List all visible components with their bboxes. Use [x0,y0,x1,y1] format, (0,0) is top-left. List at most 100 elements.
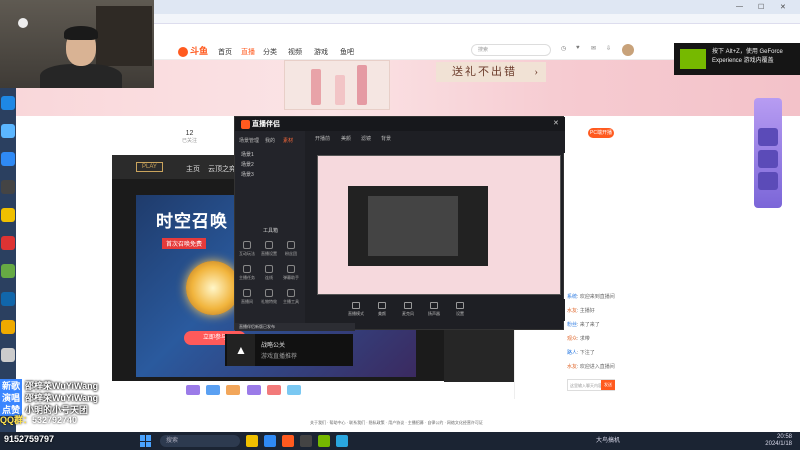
toolbar-item[interactable]: 美颜 [341,135,351,142]
app-icon[interactable] [300,435,312,447]
activity-rail [754,98,782,208]
tool-label: 礼物特效 [261,299,277,304]
app-notice[interactable]: 直播伴侣新版已发布 [235,323,355,331]
tool-item[interactable]: 互动玩法 [237,241,257,257]
gift-icon[interactable] [287,385,302,395]
control-beauty[interactable]: 美颜 [371,302,393,317]
nav-item-game[interactable]: 游戏 [314,47,328,57]
scene-item[interactable]: 场景1 [241,151,254,158]
app-icon[interactable] [1,292,15,306]
control-label: 美颜 [378,311,386,316]
nav-item-home[interactable]: 首页 [218,47,232,57]
app-icon[interactable] [1,96,15,110]
taskbar-user[interactable]: 大鸟搞机 [596,435,620,444]
taskbar-search[interactable]: 搜索 [160,435,240,447]
tool-icon [287,289,295,297]
player-tab-home[interactable]: 主页 [186,164,200,174]
minimize-icon[interactable]: — [736,3,743,10]
app-icon[interactable] [1,152,15,166]
clock[interactable]: 20:58 2024/1/18 [765,434,792,448]
player-tab-tft[interactable]: 云顶之弈 [208,164,236,174]
streamer-hair [64,26,98,40]
activity-item[interactable] [758,150,778,168]
pc-broadcast-button[interactable]: PC端开播 [588,128,614,138]
search-input[interactable]: 搜索 [471,44,551,56]
app-titlebar[interactable]: 直播伴侣 ✕ [235,117,565,131]
scene-item[interactable]: 场景2 [241,161,254,168]
history-icon[interactable]: ◷ [561,45,566,52]
follow-icon[interactable]: ♥ [576,45,580,51]
gift-icon[interactable] [186,385,200,395]
start-icon[interactable] [140,435,152,447]
recommend-tile[interactable]: ▲ 战略公关 游戏直播推荐 [225,334,353,366]
side-tab-assets[interactable]: 素材 [283,137,293,144]
app-icon[interactable] [336,435,348,447]
control-settings[interactable]: 设置 [449,302,471,317]
tool-item[interactable]: 粉丝团 [281,241,301,257]
tool-icon [265,289,273,297]
activity-item[interactable] [758,172,778,190]
tool-item[interactable]: 弹幕助手 [281,265,301,281]
close-icon[interactable]: ✕ [553,119,559,127]
tool-item[interactable]: 礼物特效 [259,289,279,305]
control-speaker[interactable]: 扬声器 [423,302,445,317]
app-icon[interactable] [282,435,294,447]
browser-icon[interactable] [264,435,276,447]
app-icon[interactable] [1,320,15,334]
product-bottle [311,69,321,105]
follow-counter[interactable]: 12 已关注 [182,130,197,144]
promo-button[interactable]: 送礼不出错 › [436,62,546,82]
tile-subtitle: 游戏直播推荐 [261,354,298,360]
app-icon[interactable] [318,435,330,447]
tool-icon [243,241,251,249]
side-tab-mine[interactable]: 我的 [265,137,275,144]
avatar[interactable] [622,44,634,56]
tool-item[interactable]: 主播工具 [281,289,301,305]
app-icon[interactable] [1,264,15,278]
nav-item-category[interactable]: 分类 [263,47,277,57]
speaker-icon [430,302,438,309]
control-mode[interactable]: 直播模式 [345,302,367,317]
app-icon[interactable] [1,236,15,250]
scene-item[interactable]: 场景3 [241,171,254,178]
tool-item[interactable]: 连线 [259,265,279,281]
app-icon[interactable] [1,208,15,222]
microphone-icon [404,302,412,309]
gift-icon[interactable] [206,385,221,395]
activity-item[interactable] [758,128,778,146]
preview-nested-window [368,196,458,256]
app-icon[interactable] [1,348,15,362]
tool-item[interactable]: 直播间 [237,289,257,305]
chat-message: 系统: 欢迎来到直播间 [567,294,615,300]
gift-icon[interactable] [246,385,261,395]
clock-date: 2024/1/18 [765,441,792,447]
maximize-icon[interactable]: ☐ [758,3,764,11]
gift-icon[interactable] [266,385,281,395]
control-mic[interactable]: 麦克风 [397,302,419,317]
side-tab-scenes[interactable]: 场景管理 [239,137,259,144]
toolbar-item[interactable]: 背景 [381,135,391,142]
monitor-icon [352,302,360,309]
download-icon[interactable]: ⇩ [606,45,611,52]
toolbar-item[interactable]: 滤镜 [361,135,371,142]
app-icon[interactable] [1,124,15,138]
app-icon[interactable] [1,180,15,194]
tool-item[interactable]: 主播任务 [237,265,257,281]
nav-item-video[interactable]: 视频 [288,47,302,57]
gift-icon[interactable] [226,385,241,395]
file-explorer-icon[interactable] [246,435,258,447]
send-button[interactable]: 发送 [601,380,615,390]
message-icon[interactable]: ✉ [591,45,596,52]
nav-item-live[interactable]: 直播 [241,47,255,57]
nvidia-overlay-toast[interactable]: 按下 Alt+Z，使用 GeForce Experience 游戏内覆盖 [674,43,800,75]
site-logo[interactable]: 斗鱼 [178,44,208,57]
product-bottle [357,65,367,105]
footer-links[interactable]: 关于我们 · 帮助中心 · 联系我们 · 隐私政策 · 用户协议 · 主播招募 … [310,420,483,426]
nav-item-fishbar[interactable]: 鱼吧 [340,47,354,57]
close-icon[interactable]: ✕ [780,3,786,11]
toolbar-item[interactable]: 开播前 [315,135,330,142]
tool-item[interactable]: 直播设置 [259,241,279,257]
stream-preview[interactable] [317,155,561,295]
golden-orb-image [186,261,240,315]
qq-group-line: QQ群：532792740 [0,413,77,426]
